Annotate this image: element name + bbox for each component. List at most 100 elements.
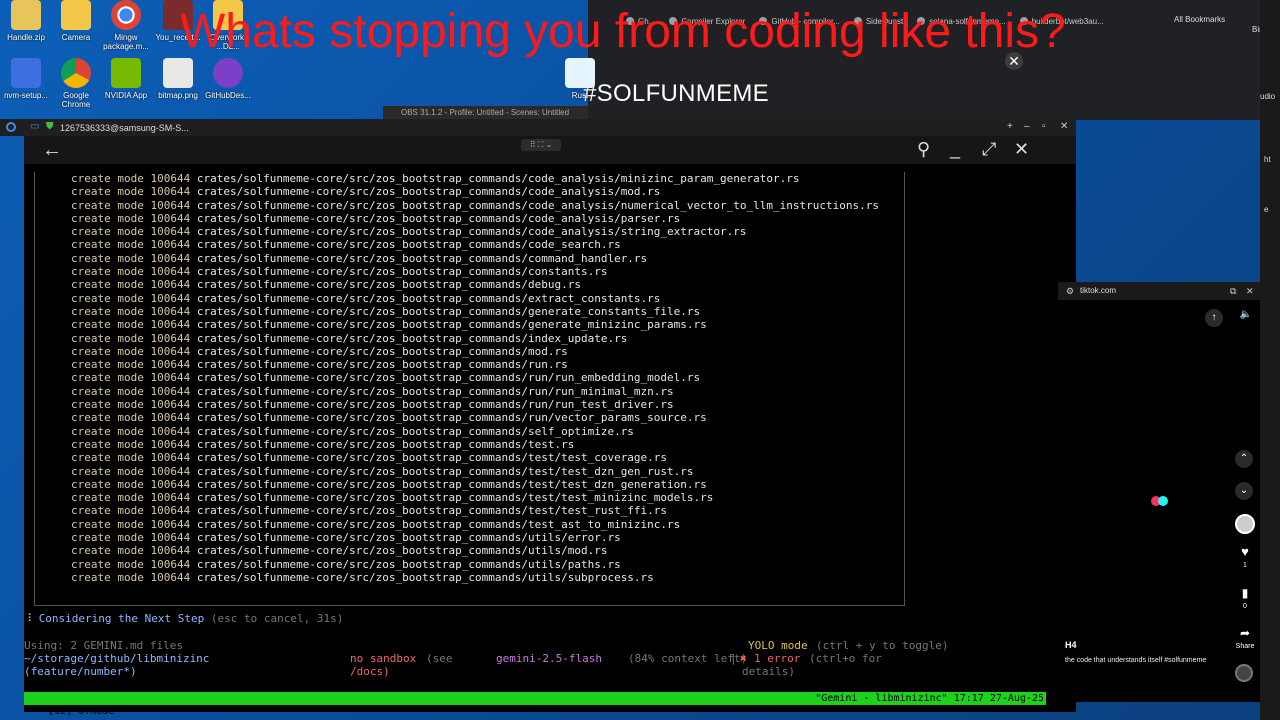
error-hint: (ctrl+o for [809,652,882,665]
bookmark-icon[interactable]: ▮ [1235,586,1255,600]
terminal-line: create mode 100644 crates/solfunmeme-cor… [71,451,879,464]
desktop-icon-nvm[interactable]: nvm-setup... [0,58,54,100]
desktop-icon-label: Google Chrome [61,91,91,109]
terminal-line: create mode 100644 crates/solfunmeme-cor… [71,358,879,371]
file-path: crates/solfunmeme-core/src/zos_bootstrap… [196,570,654,584]
line-prefix: create mode 100644 [71,238,197,252]
terminal-window[interactable]: ← ⠿ ⛶ ⌄ ⚲ _ ⤢ ✕ create mode 100644 crate… [24,136,1076,717]
drag-handle-icon[interactable]: ⠿ ⛶ ⌄ [521,139,561,151]
file-path: crates/solfunmeme-core/src/zos_bootstrap… [196,371,701,385]
chevron-down-icon[interactable]: ⌄ [1235,482,1253,500]
terminal-line: create mode 100644 crates/solfunmeme-cor… [71,318,879,331]
file-path: crates/solfunmeme-core/src/zos_bootstrap… [196,504,668,518]
desktop-icon-label: Rust [571,91,589,100]
minimize-icon[interactable]: _ [950,139,960,160]
terminal-line: create mode 100644 crates/solfunmeme-cor… [71,185,879,198]
folder-icon [61,0,91,30]
file-path: crates/solfunmeme-core/src/zos_bootstrap… [196,172,800,185]
desktop-icon-bitmap[interactable]: bitmap.png [150,58,206,100]
share-icon[interactable]: ➦ [1235,626,1255,640]
desktop-icon-google-chrome[interactable]: Google Chrome [48,58,104,109]
loading-dot-cyan [1158,496,1168,506]
back-to-tab-icon[interactable]: ⧉ [1230,282,1236,300]
file-path: crates/solfunmeme-core/src/zos_bootstrap… [196,251,648,265]
line-prefix: create mode 100644 [71,225,197,239]
desktop-icon-mingw[interactable]: Mingw package.m... [98,0,154,51]
line-prefix: create mode 100644 [71,265,197,279]
terminal-line: create mode 100644 crates/solfunmeme-cor… [71,278,879,291]
file-path: crates/solfunmeme-core/src/zos_bootstrap… [196,464,694,478]
pin-icon[interactable]: ⚲ [917,139,930,160]
error-count[interactable]: 1 error [754,652,800,665]
add-icon[interactable]: + [1007,121,1013,132]
thinking-hint: (esc to cancel, 31s) [210,612,344,625]
terminal-line: create mode 100644 crates/solfunmeme-cor… [71,199,879,212]
line-prefix: create mode 100644 [71,504,197,518]
close-icon[interactable]: ✕ [1246,282,1254,300]
terminal-line: create mode 100644 crates/solfunmeme-cor… [71,491,879,504]
video-author[interactable]: H4 [1065,640,1077,650]
upload-arrow-icon[interactable]: ↑ [1205,309,1223,327]
file-path: crates/solfunmeme-core/src/zos_bootstrap… [196,437,575,451]
site-url: tiktok.com [1080,286,1117,295]
line-prefix: create mode 100644 [71,198,197,212]
back-arrow-icon[interactable]: ← [42,139,62,162]
music-disc-icon[interactable] [1235,664,1253,682]
save-count: 0 [1243,603,1247,610]
hashtag-text: #SOLFUNMEME [583,80,769,107]
desktop-icon-nvidia[interactable]: NVIDIA App [98,58,154,100]
yolo-mode: YOLO mode [748,639,808,652]
terminal-line: create mode 100644 crates/solfunmeme-cor… [71,292,879,305]
tmux-session-info: "Gemini - libminizinc" 17:17 27-Aug-25 [815,693,1044,704]
fullscreen-icon[interactable]: ⤢ [982,139,996,160]
file-path: crates/solfunmeme-core/src/zos_bootstrap… [196,411,707,425]
file-path: crates/solfunmeme-core/src/zos_bootstrap… [196,531,621,545]
tiktok-pip-window[interactable]: ⚙ tiktok.com ⧉ ✕ ↑ 🔈 ⌃ ⌄ ♥ 1 ▮ 0 ➦ Share… [1058,282,1260,702]
zip-folder-icon [11,0,41,30]
file-path: crates/solfunmeme-core/src/zos_bootstrap… [196,557,621,571]
tmux-status-bar: [12] 0:node* "Gemini - libminizinc" 17:1… [24,692,1046,717]
chrome-icon [111,0,141,30]
file-path: crates/solfunmeme-core/src/zos_bootstrap… [196,304,701,318]
file-path: crates/solfunmeme-core/src/zos_bootstrap… [196,477,707,491]
terminal-line: create mode 100644 crates/solfunmeme-cor… [71,225,879,238]
all-bookmarks[interactable]: All Bookmarks [1174,15,1225,24]
volume-icon[interactable]: 🔈 [1237,309,1255,320]
heart-icon[interactable]: ♥ [1235,544,1255,559]
tmux-window[interactable]: [12] 0:node* [48,706,120,717]
line-prefix: create mode 100644 [71,570,197,584]
close-icon[interactable]: ✕ [1014,139,1029,160]
terminal-line: create mode 100644 crates/solfunmeme-cor… [71,465,879,478]
thinking-message: Considering the Next Step [38,612,205,625]
terminal-line: create mode 100644 crates/solfunmeme-cor… [71,238,879,251]
line-prefix: create mode 100644 [71,278,197,292]
tiktok-titlebar: ⚙ tiktok.com ⧉ ✕ [1058,282,1260,300]
close-icon[interactable]: ✕ [1060,121,1068,132]
desktop-icon-github-desktop[interactable]: GitHubDes... [200,58,256,100]
desktop-icon-label: GitHubDes... [205,91,251,100]
minimize-icon[interactable]: – [1024,121,1030,132]
desktop-icon-label: Camera [61,33,91,42]
desktop-icon-handle-zip[interactable]: Handle.zip [0,0,54,42]
line-prefix: create mode 100644 [71,544,197,558]
avatar[interactable] [1235,514,1255,534]
git-commit-output: create mode 100644 crates/solfunmeme-cor… [71,172,879,584]
site-settings-icon[interactable]: ⚙ [1066,282,1074,300]
file-path: crates/solfunmeme-core/src/zos_bootstrap… [196,517,681,531]
line-prefix: create mode 100644 [71,291,197,305]
terminal-line: create mode 100644 crates/solfunmeme-cor… [71,438,879,451]
desktop-icon-camera[interactable]: Camera [48,0,104,42]
error-icon: ✖ [740,652,747,665]
share-label: Share [1235,643,1255,650]
scrcpy-titlebar: ▭ ⛊ 1267536333@samsung-SM-S... + – ▫ ✕ [0,119,1076,136]
chevron-up-icon[interactable]: ⌃ [1235,450,1253,468]
file-path: crates/solfunmeme-core/src/zos_bootstrap… [196,318,707,332]
monitor-icon: ▭ [30,121,40,132]
divider: | [730,652,737,665]
line-prefix: create mode 100644 [71,384,197,398]
maximize-icon[interactable]: ▫ [1042,121,1046,132]
line-prefix: create mode 100644 [71,424,197,438]
line-prefix: create mode 100644 [71,331,197,345]
desktop-icon-rust[interactable]: Rust [552,58,608,100]
spinner-icon: ⠸ [24,612,33,625]
